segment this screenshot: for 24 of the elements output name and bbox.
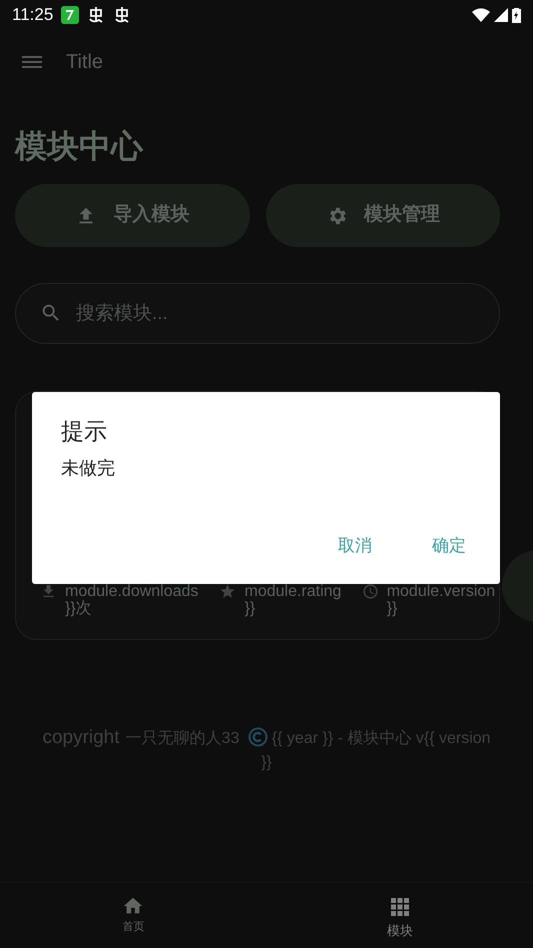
wifi-icon [472, 8, 490, 22]
app-icon [61, 6, 80, 24]
dialog-button[interactable]: 确定 [426, 528, 472, 562]
action-button[interactable]: 导入模块 [15, 184, 250, 247]
nav-tab[interactable]: 首页 [0, 883, 266, 948]
bug-icon [113, 6, 132, 24]
module-stat: module.rating }} [244, 583, 342, 617]
status-time: 11:25 [12, 4, 54, 26]
clock-icon [362, 583, 379, 600]
module-stat: module.version }} [386, 583, 496, 617]
module-stat: module.downloads }}次 [65, 583, 200, 617]
dialog-button[interactable]: 取消 [332, 528, 378, 562]
battery-icon [512, 7, 521, 23]
dialog-title: 提示 [61, 417, 108, 446]
app-bar-title: Title [66, 50, 104, 75]
signal-icon [494, 8, 508, 22]
dialog-message: 未做完 [61, 456, 116, 480]
action-button[interactable]: 模块管理 [266, 184, 500, 247]
copyright-icon [248, 727, 268, 747]
page-title: 模块中心 [15, 127, 144, 166]
search-field[interactable]: 搜索模块... [15, 283, 500, 344]
nav-tab[interactable]: 模块 [266, 883, 533, 948]
bug-icon [87, 6, 106, 24]
star-icon [219, 583, 236, 600]
